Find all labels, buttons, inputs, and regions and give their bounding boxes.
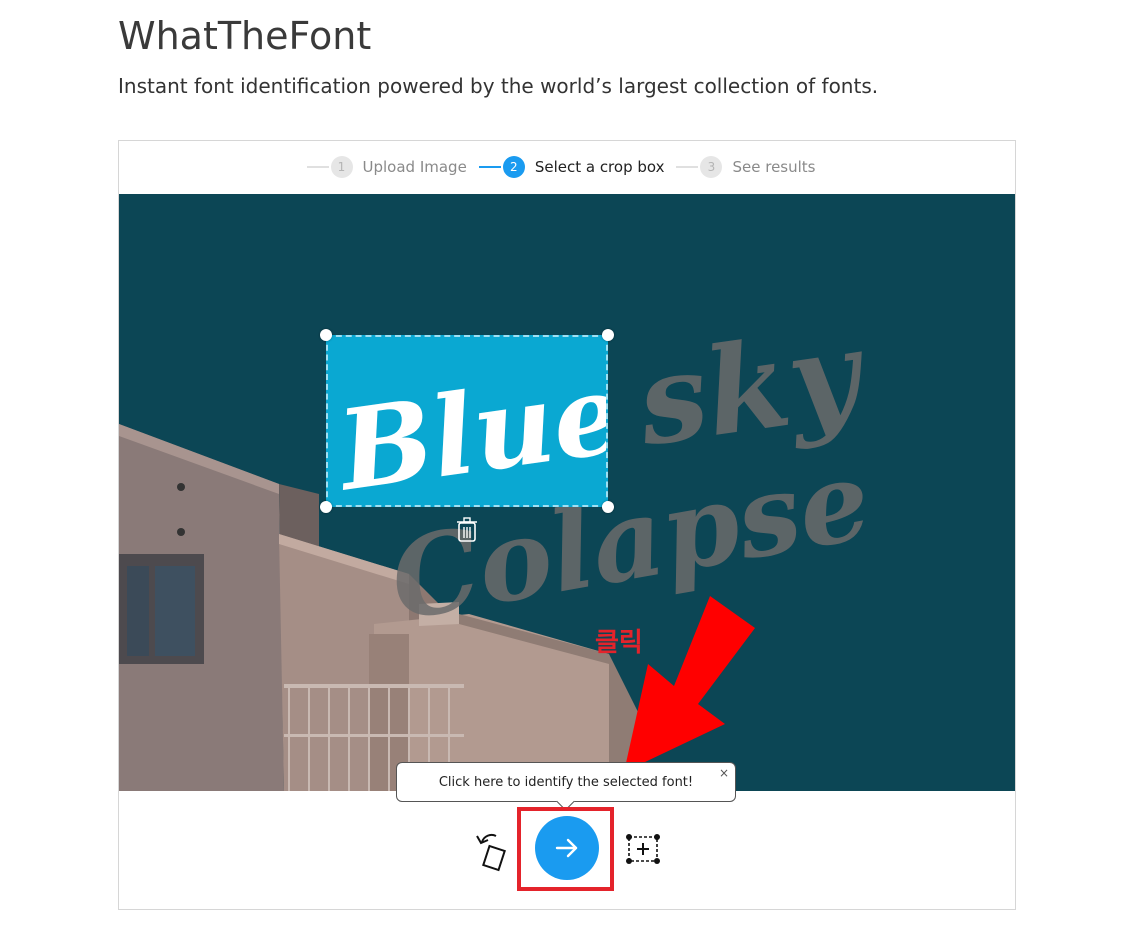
crop-handle-bottom-right[interactable]: [602, 501, 614, 513]
step-label: Upload Image: [362, 158, 467, 176]
crop-handle-top-left[interactable]: [320, 329, 332, 341]
tooltip-close-icon[interactable]: ×: [719, 766, 729, 780]
add-crop-box-icon[interactable]: [624, 832, 662, 866]
identify-font-button[interactable]: [535, 816, 599, 880]
step-number: 2: [502, 156, 525, 178]
identify-tooltip: Click here to identify the selected font…: [396, 762, 736, 811]
step-label: See results: [732, 158, 816, 176]
rotate-icon[interactable]: [470, 828, 510, 872]
crop-preview: Blue: [328, 348, 608, 507]
step-connector: [478, 166, 501, 168]
trash-icon[interactable]: [456, 517, 478, 543]
uploaded-image-canvas[interactable]: sky Colapse Blue: [119, 194, 1015, 791]
arrow-right-icon: [555, 838, 578, 858]
step-upload-image: 1 Upload Image: [306, 156, 479, 178]
page-title: WhatTheFont: [118, 14, 372, 58]
annotation-arrow-icon: [624, 596, 755, 772]
page-subtitle: Instant font identification powered by t…: [118, 74, 879, 98]
step-label: Select a crop box: [534, 158, 665, 176]
step-see-results: 3 See results: [676, 156, 827, 178]
progress-steps: 1 Upload Image 2 Select a crop box 3 See…: [119, 141, 1015, 193]
crop-selection-box[interactable]: Blue: [326, 335, 608, 507]
step-connector: [676, 166, 699, 168]
crop-text-blue: Blue: [328, 348, 608, 507]
step-number: 1: [330, 156, 353, 178]
step-connector: [306, 166, 329, 168]
tooltip-text: Click here to identify the selected font…: [438, 774, 694, 790]
step-number: 3: [700, 156, 723, 178]
crop-handle-bottom-left[interactable]: [320, 501, 332, 513]
step-select-crop-box: 2 Select a crop box: [478, 156, 677, 178]
crop-handle-top-right[interactable]: [602, 329, 614, 341]
